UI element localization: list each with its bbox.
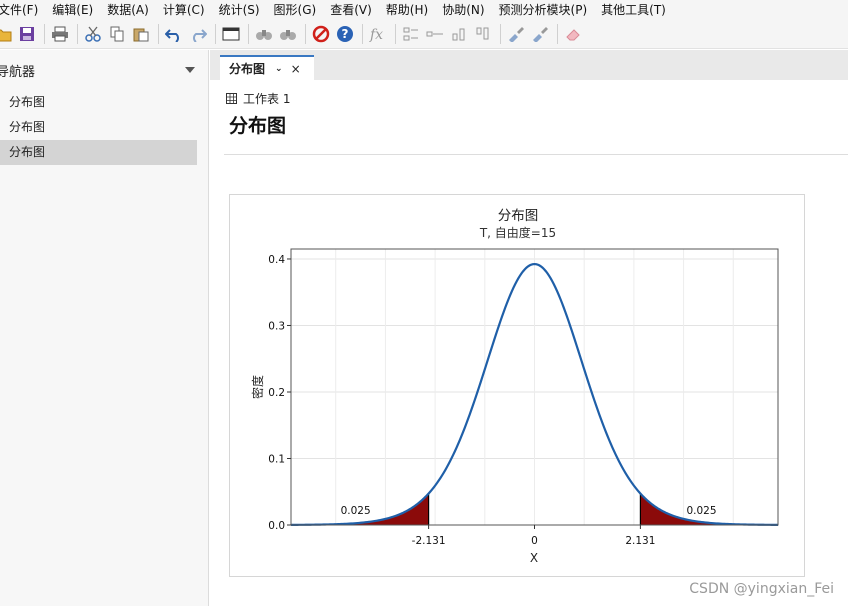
- toolbar-separator: [362, 23, 363, 44]
- svg-text:?: ?: [342, 27, 349, 41]
- undo-icon[interactable]: [163, 23, 185, 45]
- tab-label: 分布图: [229, 62, 266, 76]
- toolbar-separator: [77, 23, 78, 44]
- find-icon[interactable]: [253, 23, 275, 45]
- breadcrumb[interactable]: 工作表 1: [226, 90, 290, 107]
- navigator-header: 导航器: [0, 50, 208, 90]
- toolbar-separator: [305, 23, 306, 44]
- menu-file[interactable]: 文件(F): [0, 1, 45, 18]
- chevron-down-icon[interactable]: ⌄: [275, 64, 283, 74]
- menu-edit[interactable]: 编辑(E): [52, 1, 100, 18]
- y-tick-label: 0.1: [268, 453, 285, 465]
- redo-icon[interactable]: [187, 23, 209, 45]
- align-bottom-icon[interactable]: [448, 23, 470, 45]
- breadcrumb-label: 工作表 1: [243, 92, 291, 106]
- paste-icon[interactable]: [130, 23, 152, 45]
- toolbar-separator: [395, 23, 396, 44]
- navigator-title: 导航器: [0, 64, 36, 80]
- toolbar: ? fx: [0, 19, 848, 49]
- align-center-icon[interactable]: [424, 23, 446, 45]
- toolbar-separator: [158, 23, 159, 44]
- svg-text:fx: fx: [369, 27, 383, 42]
- copy-icon[interactable]: [106, 23, 128, 45]
- toolbar-separator: [44, 23, 45, 44]
- page-title: 分布图: [229, 115, 287, 137]
- menu-bar: 文件(F) 编辑(E) 数据(A) 计算(C) 统计(S) 图形(G) 查看(V…: [0, 0, 848, 19]
- close-icon[interactable]: ×: [291, 62, 301, 76]
- toolbar-separator: [248, 23, 249, 44]
- cancel-icon[interactable]: [310, 23, 332, 45]
- worksheet-icon: [226, 93, 237, 104]
- tab-distribution-plot[interactable]: 分布图 ⌄ ×: [220, 55, 314, 80]
- brush-icon[interactable]: [505, 23, 527, 45]
- toolbar-separator: [500, 23, 501, 44]
- watermark: CSDN @yingxian_Fei: [689, 581, 834, 597]
- eraser-icon[interactable]: [562, 23, 584, 45]
- tab-strip: 分布图 ⌄ ×: [210, 50, 848, 80]
- cut-icon[interactable]: [82, 23, 104, 45]
- divider: [224, 154, 848, 155]
- menu-calc[interactable]: 计算(C): [163, 1, 212, 18]
- menu-assist[interactable]: 协助(N): [442, 1, 491, 18]
- x-axis-label: X: [530, 551, 538, 565]
- y-tick-label: 0.2: [268, 387, 285, 399]
- x-tick-label: -2.131: [412, 535, 446, 547]
- x-tick-label: 0: [531, 535, 538, 547]
- function-icon[interactable]: fx: [367, 23, 389, 45]
- distribution-chart[interactable]: 0.025 0.025 0.0 0.1 0.2 0.3 0.4 -2.131 0 2.131 分布图…: [229, 194, 805, 577]
- toolbar-separator: [557, 23, 558, 44]
- find-replace-icon[interactable]: [277, 23, 299, 45]
- align-top-icon[interactable]: [472, 23, 494, 45]
- menu-view[interactable]: 查看(V): [330, 1, 379, 18]
- output-content: 工作表 1 分布图 0.025 0.025 0.0 0.1 0.2 0.3 0.4 -2.13…: [210, 80, 848, 606]
- window-icon[interactable]: [220, 23, 242, 45]
- menu-tools[interactable]: 其他工具(T): [601, 1, 673, 18]
- save-icon[interactable]: [16, 23, 38, 45]
- menu-help[interactable]: 帮助(H): [386, 1, 435, 18]
- navigator-panel: 导航器 分布图 分布图 分布图: [0, 50, 209, 606]
- y-tick-label: 0.4: [268, 254, 285, 266]
- navigator-item[interactable]: 分布图: [0, 90, 197, 115]
- navigator-item-selected[interactable]: 分布图: [0, 140, 197, 165]
- chart-svg: 0.025 0.025 0.0 0.1 0.2 0.3 0.4 -2.131 0 2.131 分布图…: [250, 208, 779, 565]
- toolbar-separator: [215, 23, 216, 44]
- help-icon[interactable]: ?: [334, 23, 356, 45]
- align-left-icon[interactable]: [400, 23, 422, 45]
- menu-stat[interactable]: 统计(S): [219, 1, 267, 18]
- y-tick-label: 0.0: [268, 520, 285, 532]
- open-icon[interactable]: [0, 23, 14, 45]
- menu-predictive[interactable]: 预测分析模块(P): [499, 1, 595, 18]
- print-icon[interactable]: [49, 23, 71, 45]
- tail-probability-label: 0.025: [341, 505, 371, 517]
- tail-probability-label: 0.025: [686, 505, 716, 517]
- y-axis-label: 密度: [250, 375, 265, 399]
- y-tick-label: 0.3: [268, 320, 285, 332]
- chart-title: 分布图: [498, 208, 539, 224]
- menu-data[interactable]: 数据(A): [107, 1, 156, 18]
- navigator-item[interactable]: 分布图: [0, 115, 197, 140]
- chart-subtitle: T, 自由度=15: [479, 225, 556, 240]
- menu-graph[interactable]: 图形(G): [274, 1, 324, 18]
- brush-edit-icon[interactable]: [529, 23, 551, 45]
- chevron-down-icon[interactable]: [184, 66, 196, 74]
- x-tick-label: 2.131: [625, 535, 655, 547]
